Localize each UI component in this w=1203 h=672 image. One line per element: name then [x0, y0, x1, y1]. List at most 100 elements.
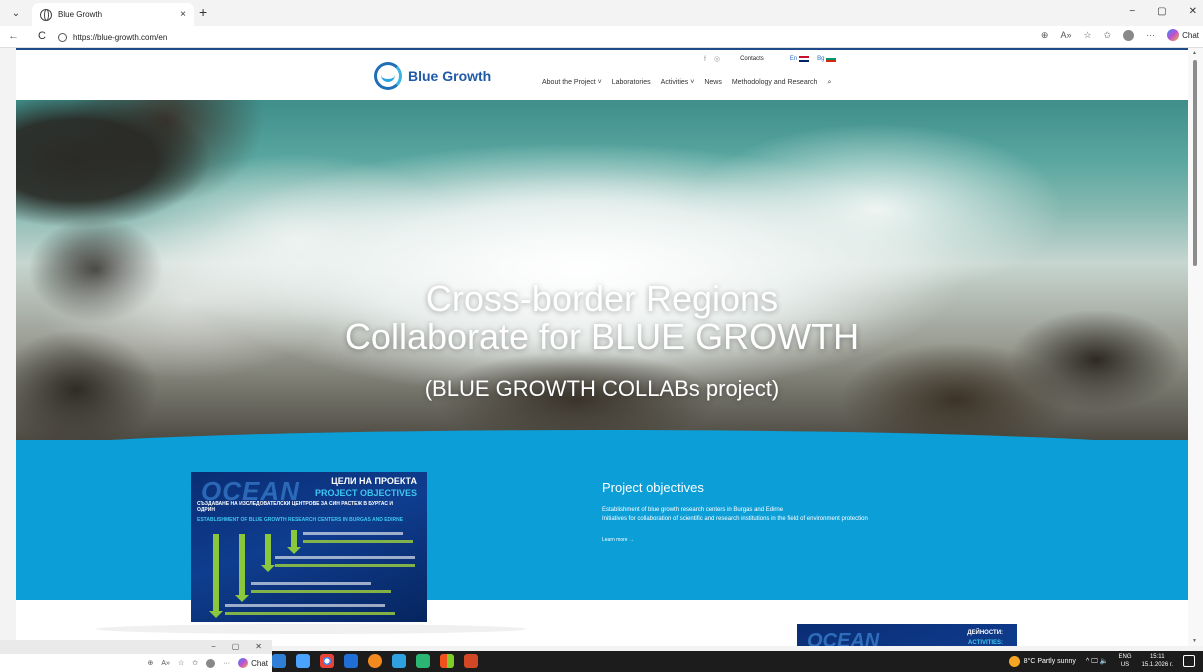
tab-title: Blue Growth	[58, 10, 103, 19]
chrome-icon[interactable]	[320, 654, 334, 668]
header-topbar: f ◎ Contacts En Bg	[704, 55, 837, 63]
project-objectives-poster: OCEAN ЦЕЛИ НА ПРОЕКТА PROJECT OBJECTIVES…	[191, 472, 427, 622]
activities-poster: OCEAN ДЕЙНОСТИ: ACTIVITIES:	[797, 624, 1017, 646]
edge-icon[interactable]	[392, 654, 406, 668]
contacts-link[interactable]: Contacts	[740, 56, 764, 62]
read-aloud-icon[interactable]: A»	[1060, 30, 1071, 40]
minimize-button[interactable]: −	[1129, 6, 1135, 17]
mini-minimize-button[interactable]: −	[211, 642, 216, 651]
bulgaria-flag-icon	[826, 56, 837, 62]
poster-arrow	[287, 530, 301, 554]
poster-arrow	[261, 534, 275, 572]
instagram-icon[interactable]: ◎	[714, 55, 720, 63]
maximize-button[interactable]: ▢	[1157, 6, 1166, 17]
zoom-icon[interactable]: ⊕	[1041, 30, 1049, 41]
favorites-icon[interactable]: ✩	[192, 659, 198, 667]
mini-close-button[interactable]: ✕	[255, 642, 262, 651]
language-en[interactable]: En	[790, 56, 810, 62]
close-window-button[interactable]: ✕	[1189, 6, 1197, 17]
objectives-line-1: Establishment of blue growth research ce…	[602, 507, 784, 513]
browser-tab[interactable]: Blue Growth ×	[32, 3, 194, 26]
scroll-up-icon[interactable]: ▲	[1192, 50, 1197, 56]
back-button[interactable]: ←	[8, 30, 19, 42]
learn-more-link[interactable]: Learn more →	[602, 537, 634, 543]
page-scrollbar[interactable]: ▲ ▼	[1188, 48, 1203, 646]
mini-window-titlebar[interactable]: − ▢ ✕	[0, 640, 272, 654]
poster-text-line	[275, 564, 415, 567]
poster-text-line	[251, 590, 391, 593]
more-icon[interactable]: ···	[1146, 30, 1155, 40]
site-info-icon[interactable]	[58, 32, 67, 42]
new-tab-button[interactable]: +	[199, 4, 207, 20]
main-navigation: About the Project ˅ Laboratories Activit…	[542, 79, 831, 87]
nav-methodology-research[interactable]: Methodology and Research	[732, 79, 818, 87]
search-icon[interactable]: ⌕	[827, 79, 831, 87]
read-aloud-icon[interactable]: A»	[161, 660, 170, 667]
poster-heading-en: ESTABLISHMENT OF BLUE GROWTH RESEARCH CE…	[197, 517, 404, 523]
powerpoint-icon[interactable]	[464, 654, 478, 668]
clock-time: 15:11	[1149, 654, 1165, 660]
language-bg[interactable]: Bg	[817, 56, 837, 62]
input-language-top: ENG	[1118, 654, 1132, 660]
language-bg-label: Bg	[817, 56, 825, 62]
weather-text: 8°C Partly sunny	[1023, 657, 1076, 665]
store-icon[interactable]	[440, 654, 454, 668]
tray-icons[interactable]: ^ 🖵 🔈	[1086, 657, 1109, 666]
copilot-icon	[238, 658, 249, 668]
reload-button[interactable]: C	[38, 30, 46, 42]
input-language[interactable]: ENG US	[1119, 653, 1132, 669]
outlook-icon[interactable]	[344, 654, 358, 668]
poster-text-line	[275, 556, 415, 559]
favorite-star-icon[interactable]: ☆	[1083, 30, 1091, 41]
globe-icon	[40, 8, 52, 21]
scroll-down-icon[interactable]: ▼	[1192, 638, 1197, 644]
poster-text-line	[225, 612, 395, 615]
more-icon[interactable]: ···	[223, 660, 230, 667]
url-text: https://blue-growth.com/en	[73, 32, 168, 42]
favorites-icon[interactable]: ✩	[1104, 30, 1112, 41]
profile-avatar[interactable]	[206, 658, 216, 668]
profile-avatar[interactable]	[1123, 29, 1135, 41]
site-logo[interactable]: Blue Growth	[374, 62, 491, 90]
objectives-title: Project objectives	[602, 480, 704, 495]
clock[interactable]: 15:11 15.1.2026 г.	[1142, 653, 1173, 669]
background-browser-window[interactable]: − ▢ ✕ ⊕ A» ☆ ✩ ··· Chat	[0, 640, 272, 672]
firefox-icon[interactable]	[368, 654, 382, 668]
weather-sun-icon	[1008, 655, 1020, 667]
nav-activities[interactable]: Activities ˅	[661, 79, 695, 87]
nav-laboratories[interactable]: Laboratories	[612, 79, 651, 87]
system-tray: 8°C Partly sunny ^ 🖵 🔈 ENG US 15:11 15.1…	[1008, 653, 1195, 669]
poster-title-en: PROJECT OBJECTIVES	[314, 488, 417, 498]
weather-widget[interactable]: 8°C Partly sunny	[1008, 655, 1076, 667]
notifications-icon[interactable]	[1183, 655, 1195, 667]
mini-window-actions: ⊕ A» ☆ ✩ ··· Chat	[148, 658, 268, 668]
taskbar: 8°C Partly sunny ^ 🖵 🔈 ENG US 15:11 15.1…	[272, 651, 1203, 672]
favorite-star-icon[interactable]: ☆	[178, 659, 184, 667]
calendar-icon[interactable]	[296, 654, 310, 668]
facebook-icon[interactable]: f	[704, 56, 706, 63]
input-language-bottom: US	[1120, 662, 1130, 668]
copilot-chat-button[interactable]: Chat	[1167, 29, 1199, 41]
hero-title-line2: Collaborate for BLUE GROWTH	[344, 316, 860, 357]
poster2-title-bg: ДЕЙНОСТИ:	[967, 630, 1003, 636]
poster-arrow	[209, 534, 223, 618]
tab-actions-menu-icon[interactable]: ⌄	[6, 6, 26, 22]
poster-arrow	[235, 534, 249, 602]
nav-news[interactable]: News	[704, 79, 722, 87]
poster-shadow	[96, 624, 526, 634]
mini-maximize-button[interactable]: ▢	[232, 642, 240, 651]
copilot-chat-button[interactable]: Chat	[238, 658, 268, 668]
copilot-icon	[1167, 29, 1180, 41]
poster-text-line	[251, 582, 371, 585]
tab-close-icon[interactable]: ×	[180, 9, 186, 20]
hero-title: Cross-border Regions Collaborate for BLU…	[16, 280, 1188, 356]
site-header: Blue Growth f ◎ Contacts En Bg About the…	[16, 50, 1188, 100]
file-explorer-icon[interactable]	[272, 654, 286, 668]
clock-date: 15.1.2026 г.	[1141, 662, 1173, 668]
nav-about-project[interactable]: About the Project ˅	[542, 79, 602, 87]
scrollbar-thumb[interactable]	[1193, 60, 1197, 266]
poster-text-line	[225, 604, 385, 607]
zoom-icon[interactable]: ⊕	[148, 659, 154, 667]
url-field[interactable]: https://blue-growth.com/en	[58, 29, 1018, 45]
app-icon[interactable]	[416, 654, 430, 668]
